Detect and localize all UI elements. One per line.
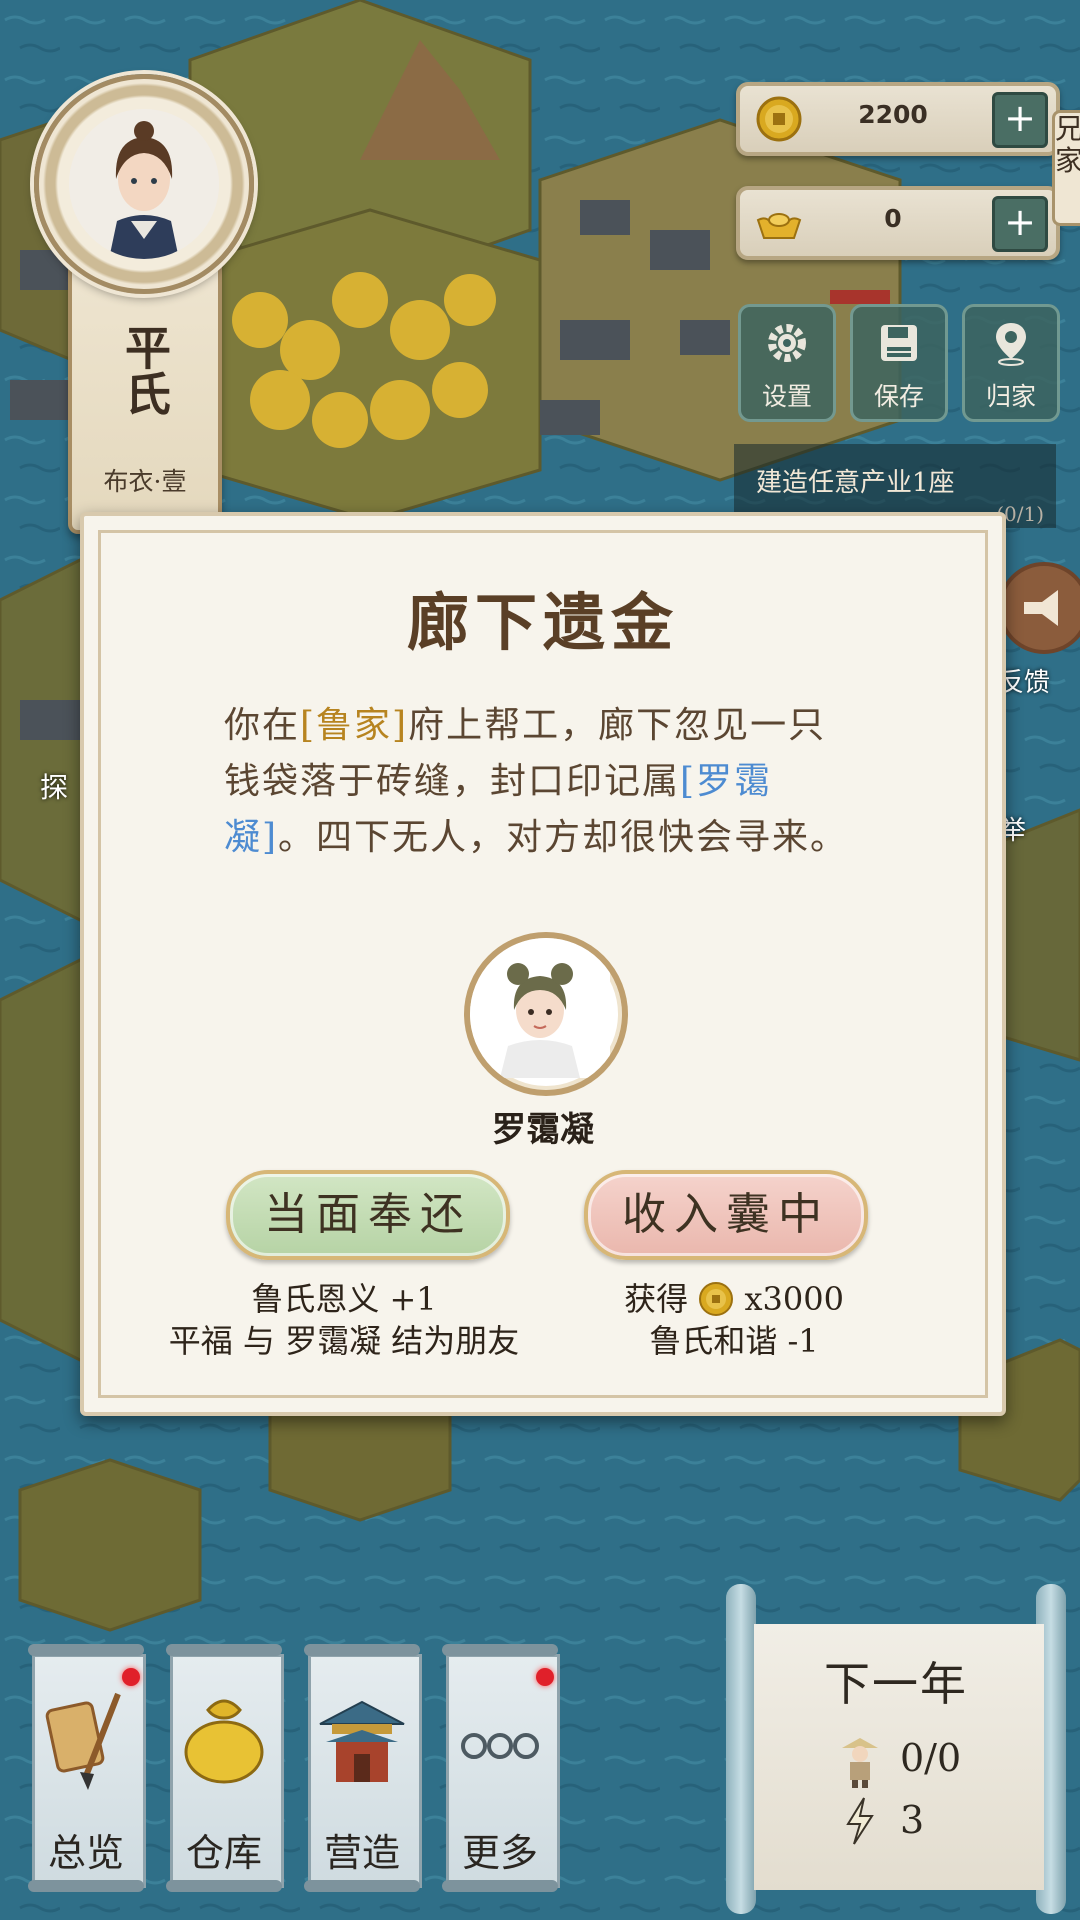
pocket-it-button[interactable]: 收入囊中 (584, 1170, 868, 1260)
energy-count: 3 (900, 1798, 925, 1842)
save-button[interactable]: 保存 (850, 304, 948, 422)
notification-badge (122, 1668, 140, 1686)
event-story: 你在[鲁家]府上帮工，廊下忽见一只钱袋落于砖缝，封口印记属[罗霭凝]。四下无人，… (224, 698, 862, 866)
gold-ingot-icon (756, 213, 802, 239)
npc-avatar-art (470, 938, 610, 1078)
home-label: 归家 (985, 382, 1036, 411)
player-avatar-art (69, 109, 219, 259)
ingot-bar: 0 + (736, 186, 1060, 260)
lightning-icon (846, 1797, 874, 1845)
quest-text: 建造任意产业1座 (756, 468, 955, 498)
story-text: 你在 (224, 705, 301, 746)
floppy-disk-icon (881, 325, 917, 361)
settings-label: 设置 (761, 382, 812, 411)
next-year-button[interactable]: 下一年 0/0 3 (720, 1584, 1072, 1914)
coin-value: 2200 (858, 100, 928, 129)
gear-icon (768, 324, 806, 362)
menu-label: 更多 (461, 1831, 538, 1875)
next-year-title: 下一年 (824, 1657, 968, 1711)
location-pin-icon (996, 323, 1026, 366)
megaphone-icon (1024, 590, 1058, 626)
menu-label: 仓库 (185, 1831, 262, 1875)
scroll-brush-icon (45, 1692, 121, 1790)
choice-1-effects: 鲁氏恩义 +1 平福 与 罗霭凝 结为朋友 (144, 1278, 544, 1362)
event-dialog: 廊下遗金 你在[鲁家]府上帮工，廊下忽见一只钱袋落于砖缝，封口印记属[罗霭凝]。… (80, 512, 1006, 1416)
notification-badge (536, 1668, 554, 1686)
copper-coin-icon (756, 96, 802, 142)
feedback-button[interactable] (998, 562, 1080, 654)
menu-more[interactable]: 更多 (442, 1644, 560, 1892)
worker-count: 0/0 (900, 1736, 962, 1780)
choice-2-effects: 获得 x3000 鲁氏和谐 -1 (554, 1278, 914, 1362)
add-ingots-button[interactable]: + (992, 196, 1048, 252)
effect-prefix: 获得 (624, 1280, 689, 1318)
player-name: 平氏 (118, 324, 172, 416)
return-in-person-button[interactable]: 当面奉还 (226, 1170, 510, 1260)
explore-label[interactable]: 探 (40, 766, 68, 806)
event-title: 廊下遗金 (406, 586, 679, 659)
story-text: 。四下无人，对方却很快会寻来。 (278, 817, 849, 858)
settings-button[interactable]: 设置 (738, 304, 836, 422)
side-tab[interactable]: 兄家 (1052, 110, 1080, 226)
effect-line-reward: 获得 x3000 (554, 1278, 914, 1320)
effect-line: 平福 与 罗霭凝 结为朋友 (168, 1322, 520, 1360)
more-dots-icon (461, 1733, 539, 1759)
coin-bar: 2200 + (736, 82, 1060, 156)
add-coins-button[interactable]: + (992, 92, 1048, 148)
player-avatar[interactable] (34, 74, 254, 294)
menu-construction[interactable]: 营造 (304, 1644, 422, 1892)
menu-warehouse[interactable]: 仓库 (166, 1644, 284, 1892)
save-label: 保存 (873, 382, 924, 411)
worker-icon (842, 1738, 878, 1788)
menu-overview[interactable]: 总览 (28, 1644, 146, 1892)
effect-amount: x3000 (744, 1280, 844, 1318)
money-bag-icon (184, 1699, 264, 1784)
pavilion-icon (319, 1700, 405, 1782)
effect-line: 鲁氏和谐 -1 (649, 1322, 819, 1360)
npc-name: 罗霭凝 (492, 1110, 594, 1150)
home-button[interactable]: 归家 (962, 304, 1060, 422)
story-family-link[interactable]: [鲁家] (300, 705, 408, 746)
menu-label: 营造 (323, 1831, 400, 1875)
copper-coin-icon (699, 1282, 734, 1316)
ingot-value: 0 (884, 204, 902, 233)
menu-label: 总览 (47, 1831, 124, 1875)
player-rank: 布衣·壹 (103, 467, 187, 496)
npc-avatar[interactable] (464, 932, 628, 1096)
effect-line: 鲁氏恩义 +1 (251, 1280, 437, 1318)
